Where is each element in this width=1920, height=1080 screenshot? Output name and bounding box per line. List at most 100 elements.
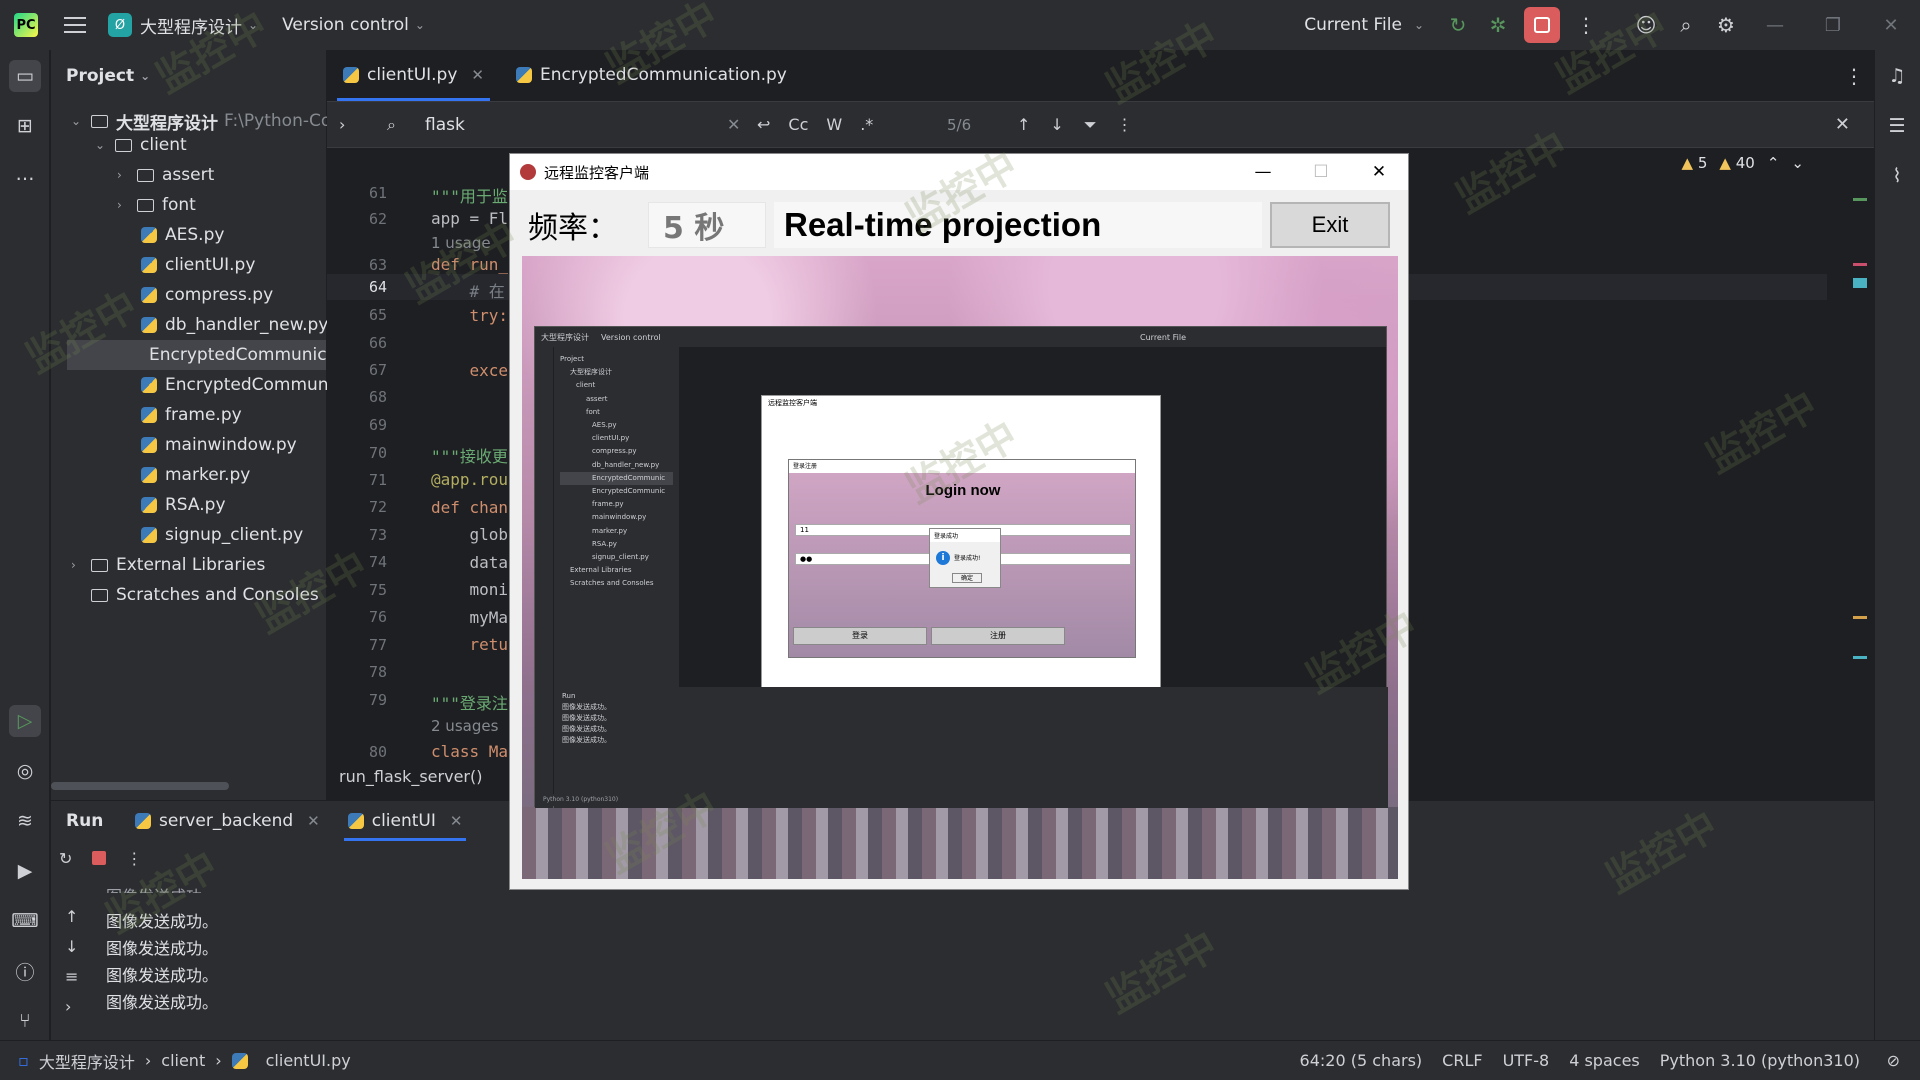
maximize-button[interactable]: ☐ [1292,154,1350,190]
tree-item-file[interactable]: compress.py [141,280,273,310]
python-console-icon[interactable]: ◎ [9,755,41,787]
sciview-icon[interactable]: ⌇ [1881,160,1913,192]
tree-item-font[interactable]: › font [117,190,196,220]
exit-button[interactable]: Exit [1270,202,1390,248]
more-icon[interactable]: ⋮ [126,849,142,868]
code-line[interactable]: def run_ [431,255,508,274]
tab-more-icon[interactable]: ⋮ [1844,64,1864,88]
services-icon[interactable]: ▶ [9,855,41,887]
expand-arrow-icon[interactable]: › [117,198,137,212]
project-tool-icon[interactable]: ▭ [9,60,41,92]
tree-item-file[interactable]: marker.py [141,460,250,490]
run-tab-clientui[interactable]: clientUI ✕ [334,801,477,841]
git-icon[interactable]: ⑂ [9,1005,41,1037]
chevron-down-icon[interactable]: ⌄ [1791,154,1804,172]
chevron-up-icon[interactable]: ⌃ [1767,154,1780,172]
close-find-icon[interactable]: ✕ [1835,114,1850,135]
search-icon[interactable]: ⌕ [1666,5,1706,45]
tree-item-file-selected[interactable]: EncryptedCommunic [67,340,327,370]
scroll-down-icon[interactable]: ↓ [65,937,78,956]
database-icon[interactable]: ☰ [1881,110,1913,142]
minimize-button[interactable]: — [1234,154,1292,190]
code-line[interactable]: def chan [431,498,508,517]
close-button[interactable]: ✕ [1862,15,1920,36]
expand-arrow-icon[interactable]: ⌄ [95,138,115,152]
tree-item-file[interactable]: frame.py [141,400,242,430]
frequency-value[interactable]: 5 秒 [648,202,766,248]
run-config-selector[interactable]: Current File [1304,15,1402,35]
close-tab-icon[interactable]: ✕ [450,812,463,830]
tree-item-client[interactable]: ⌄ client [95,130,187,160]
code-line[interactable]: @app.rou [431,470,508,489]
usage-hint[interactable]: 2 usages [431,717,498,735]
match-case-toggle[interactable]: Cc [788,115,808,134]
terminal-icon[interactable]: ⌨ [9,905,41,937]
more-tools-icon[interactable]: … [9,158,41,190]
project-panel-title[interactable]: Project [66,66,134,86]
rerun-icon[interactable]: ↻ [59,849,72,868]
stop-button[interactable] [1524,7,1560,43]
tab-encrypted-communication[interactable]: EncryptedCommunication.py [500,49,803,101]
regex-toggle[interactable]: .* [860,115,873,134]
run-tab-server-backend[interactable]: server_backend ✕ [121,801,334,841]
project-badge-icon[interactable]: Ø [108,13,132,37]
scroll-thumb[interactable] [1853,278,1867,288]
line-ending[interactable]: CRLF [1442,1051,1482,1070]
caret-position[interactable]: 64:20 (5 chars) [1300,1051,1423,1070]
code-line[interactable]: myMa [431,608,509,627]
lock-icon[interactable]: ⊘ [1887,1051,1900,1070]
more-icon[interactable]: ⋮ [1566,5,1606,45]
filter-icon[interactable]: ⏷ [1084,115,1097,135]
rerun-icon[interactable]: ↻ [1438,5,1478,45]
close-tab-icon[interactable]: ✕ [471,66,484,84]
status-crumb-project[interactable]: 大型程序设计 [39,1049,135,1073]
stop-icon[interactable] [92,851,107,865]
usage-hint[interactable]: 1 usage [431,234,491,252]
next-match-icon[interactable]: ↓ [1050,115,1063,135]
code-line[interactable]: """登录注 [431,690,508,714]
tree-item-file[interactable]: clientUI.py [141,250,255,280]
file-encoding[interactable]: UTF-8 [1503,1051,1550,1070]
scroll-up-icon[interactable]: ↑ [65,907,78,926]
code-line[interactable]: # 在 [431,278,505,302]
code-line[interactable]: moni [431,580,509,599]
soft-wrap-icon[interactable]: ≡ [65,967,78,986]
tab-clientui[interactable]: clientUI.py ✕ [327,49,500,101]
find-input[interactable]: flask [425,115,465,135]
structure-tool-icon[interactable]: ⊞ [9,110,41,142]
tree-item-scratches[interactable]: Scratches and Consoles [91,580,319,610]
minimize-button[interactable]: — [1746,15,1804,36]
code-breadcrumb[interactable]: run_flask_server() [339,767,482,786]
expand-arrow-icon[interactable]: › [117,168,137,182]
add-user-icon[interactable]: ☺ [1626,5,1666,45]
code-line[interactable]: data [431,553,509,572]
tk-title-bar[interactable]: 远程监控客户端 — ☐ ✕ [510,154,1408,190]
run-tool-icon[interactable]: ▷ [9,705,41,737]
main-menu-icon[interactable] [64,17,86,33]
clear-search-icon[interactable]: ✕ [727,115,740,134]
status-crumb-file[interactable]: clientUI.py [266,1051,351,1070]
tree-item-file[interactable]: EncryptedCommunic [141,370,343,400]
whole-words-toggle[interactable]: W [826,115,842,134]
pycharm-logo-icon[interactable]: PC [14,13,38,37]
problems-icon[interactable]: ⓘ [9,955,41,987]
layers-icon[interactable]: ≋ [9,805,41,837]
settings-gear-icon[interactable]: ⚙ [1706,5,1746,45]
tree-item-file[interactable]: mainwindow.py [141,430,297,460]
restore-button[interactable]: ❐ [1804,15,1862,36]
code-line[interactable]: try: [431,306,509,325]
chevron-right-icon[interactable]: › [339,115,345,134]
previous-match-icon[interactable]: ↑ [1017,115,1030,135]
tree-item-file[interactable]: AES.py [141,220,224,250]
more-icon[interactable]: ⋮ [1117,115,1133,135]
code-line[interactable]: retu [431,635,509,654]
newline-icon[interactable]: ↩ [757,115,770,134]
code-line[interactable]: """用于监 [431,183,508,207]
vcs-menu[interactable]: Version control [282,15,409,35]
tree-item-external-libraries[interactable]: › External Libraries [71,550,265,580]
tree-item-file[interactable]: RSA.py [141,490,226,520]
project-switcher[interactable]: 大型程序设计 [140,13,242,38]
code-line[interactable]: class Ma [431,742,508,761]
code-line[interactable]: glob [431,525,509,544]
tree-item-file[interactable]: db_handler_new.py [141,310,328,340]
